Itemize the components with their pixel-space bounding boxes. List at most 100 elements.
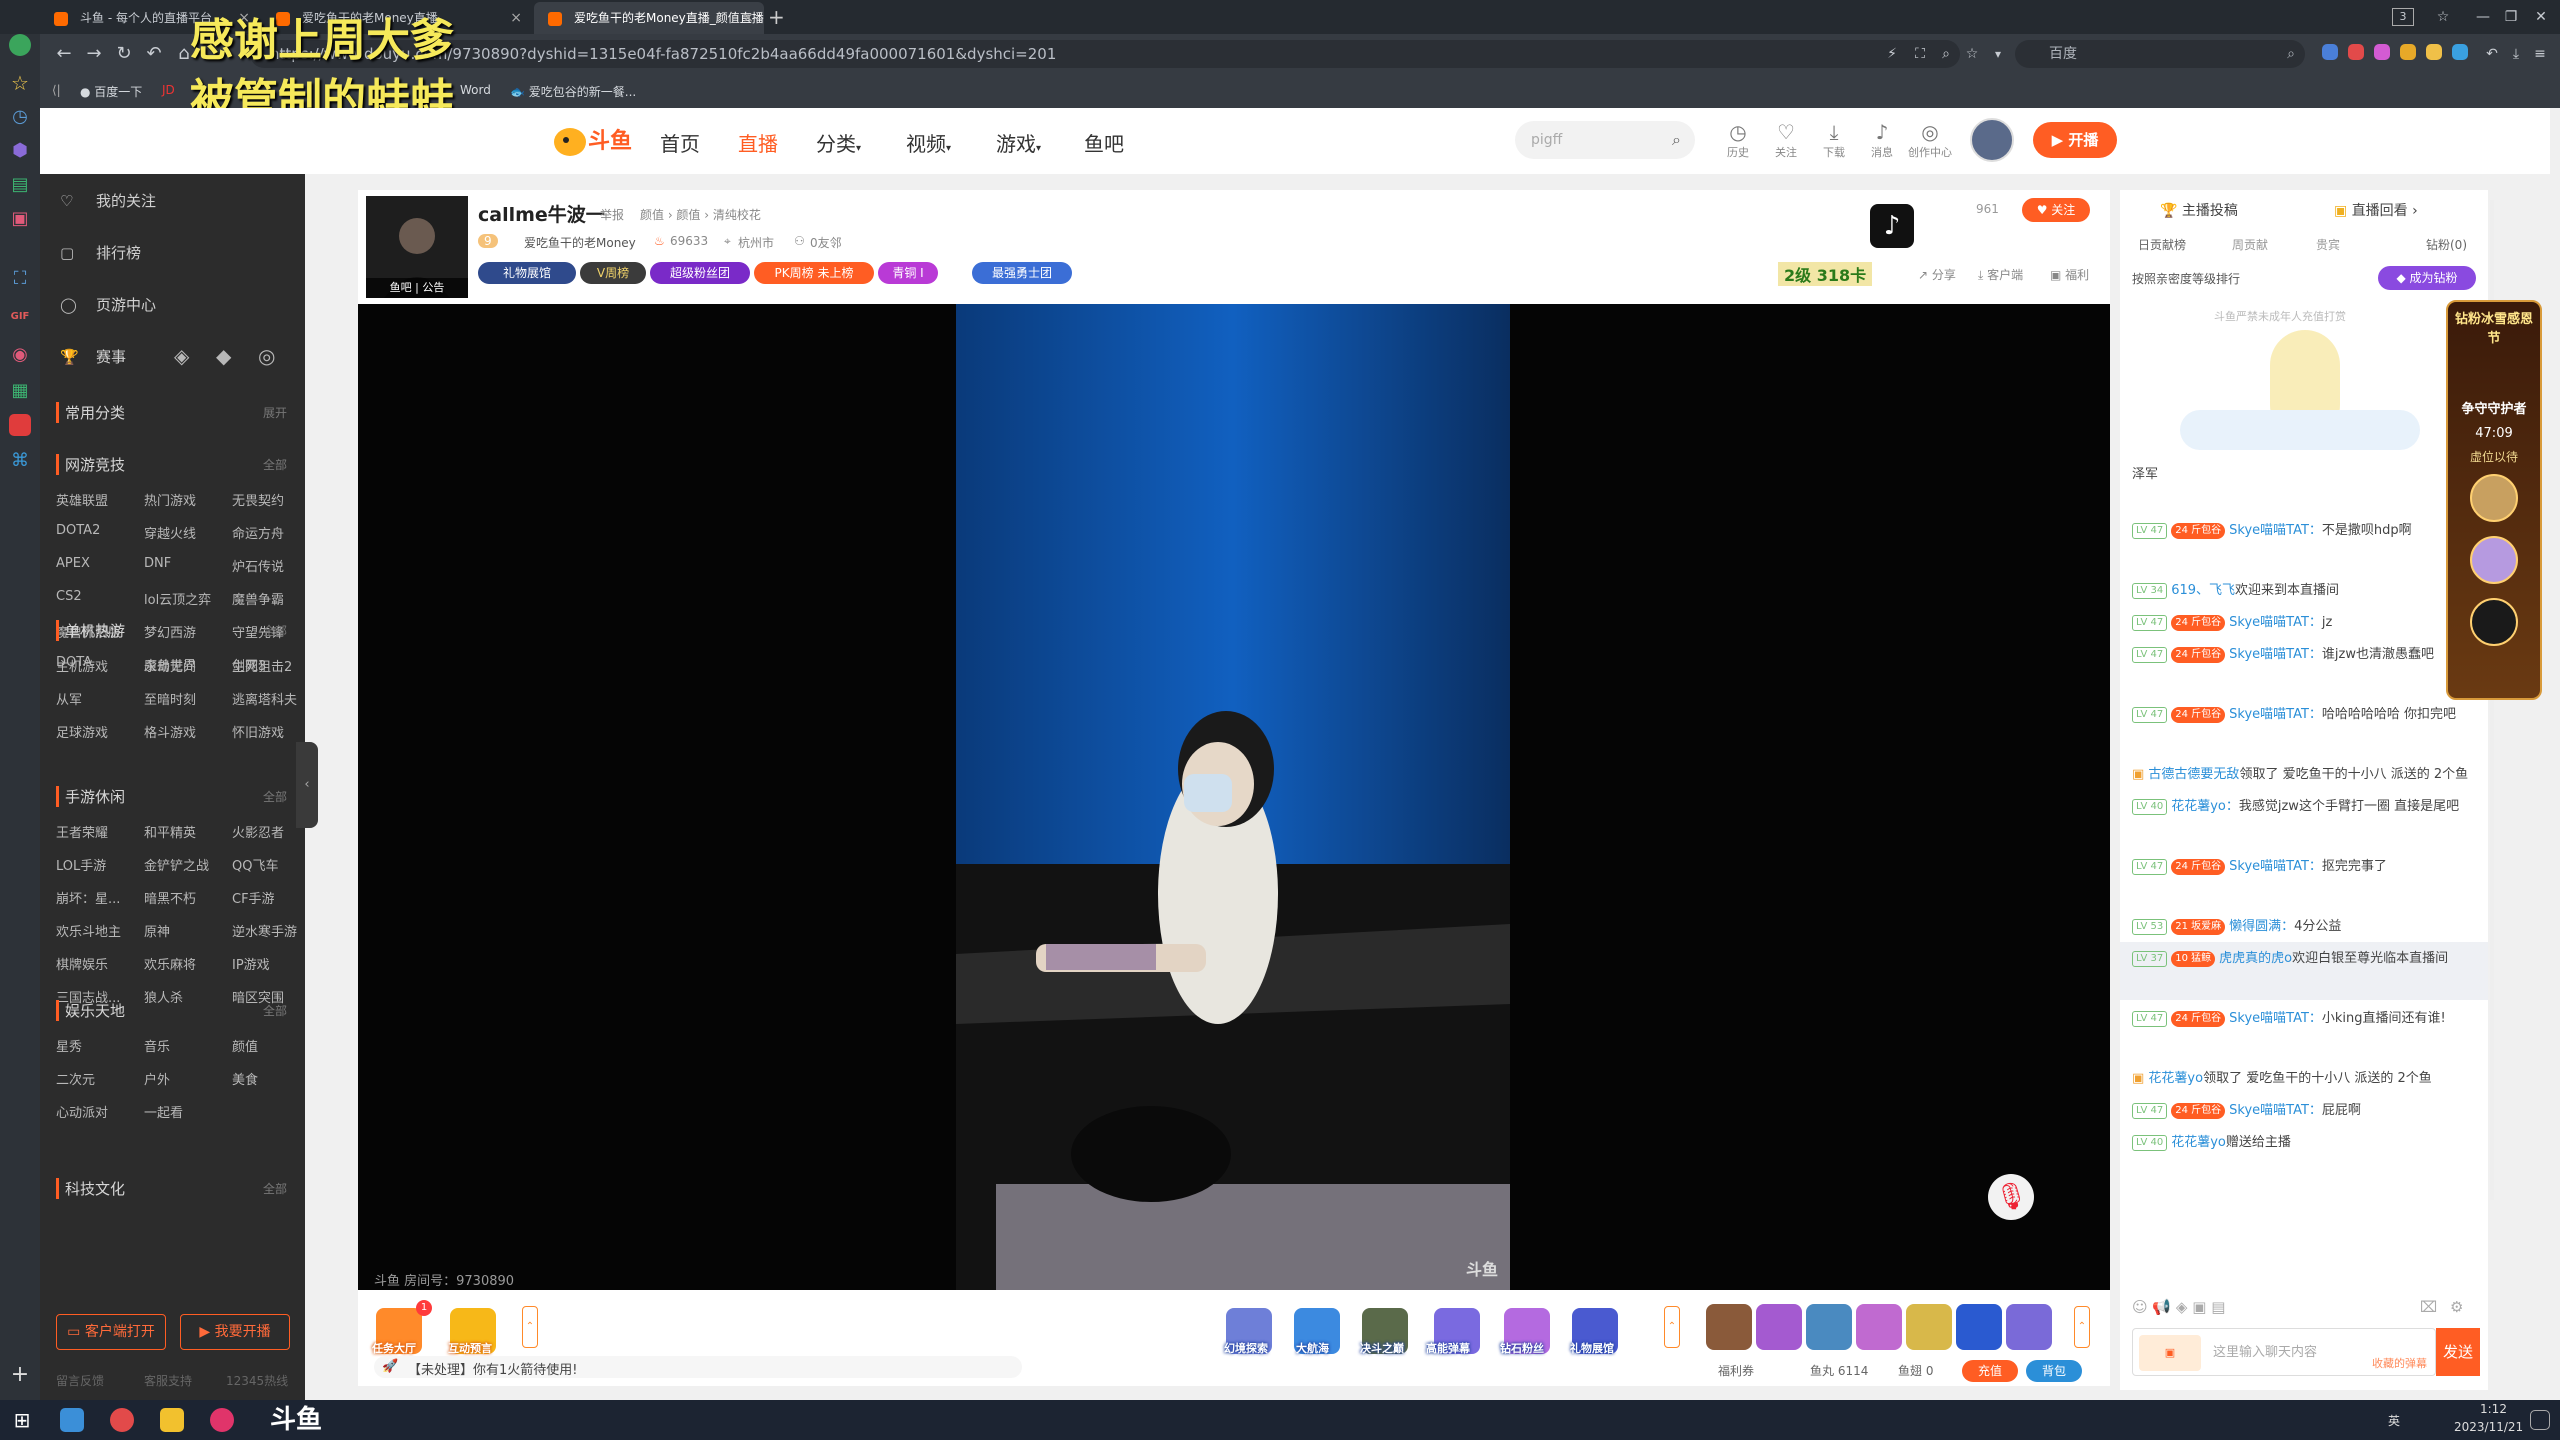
chat-username[interactable]: 花花薯yo： [2171, 799, 2239, 814]
client-open-button[interactable]: ▭ 客户端打开 [56, 1314, 166, 1350]
chevron-down-icon[interactable]: ▾ [1986, 42, 2010, 66]
app-icon[interactable] [160, 1408, 184, 1432]
nav-category[interactable]: 分类▾ [816, 128, 861, 157]
follow-button[interactable]: ♡ 关注 [1764, 120, 1808, 160]
category-link[interactable]: 狼人杀 [144, 987, 183, 1006]
category-link[interactable]: 户外 [144, 1069, 170, 1088]
add-icon[interactable]: + [9, 1364, 31, 1386]
tab-replay[interactable]: ▣ 直播回看 › [2334, 200, 2418, 220]
undo-icon[interactable]: ↶ [142, 42, 166, 66]
pin-icon[interactable]: ☆ [2430, 4, 2456, 30]
chat-username[interactable]: 花花薯yo [2171, 1135, 2226, 1150]
nav-home[interactable]: 首页 [660, 128, 700, 157]
category-link[interactable]: lol云顶之弈 [144, 589, 211, 608]
nav-games[interactable]: 游戏▾ [996, 128, 1041, 157]
notes-icon[interactable]: ▤ [9, 174, 31, 196]
weibo-icon[interactable] [9, 414, 31, 436]
creator-center-button[interactable]: ◎ 创作中心 [1908, 120, 1952, 160]
nav-fishbar[interactable]: 鱼吧 [1084, 128, 1124, 157]
fan-badge[interactable]: 10 猛鲸 [2171, 950, 2216, 967]
chat-username[interactable]: Skye喵喵TAT： [2229, 859, 2322, 874]
download-button[interactable]: ⤓ 下载 [1812, 120, 1856, 160]
pill-gift-gallery[interactable]: 礼物展馆 [478, 262, 576, 284]
share-button[interactable]: ↗ 分享 [1918, 266, 1956, 283]
category-link[interactable]: 和平精英 [144, 822, 196, 841]
open-live-button[interactable]: ▶ 开播 [2033, 122, 2117, 158]
recharge-button[interactable]: 充值 [1962, 1360, 2018, 1382]
category-link[interactable]: 欢乐斗地主 [56, 921, 121, 940]
extension-icon[interactable] [2426, 44, 2442, 60]
bag-button[interactable]: 背包 [2026, 1360, 2082, 1382]
category-link[interactable]: 永劫无间 [144, 656, 196, 675]
chat-username[interactable]: Skye喵喵TAT： [2229, 1103, 2322, 1118]
close-tab-icon[interactable]: × [742, 2, 754, 34]
fan-badge[interactable]: 21 坂爱麻 [2171, 918, 2226, 935]
gift-item-icon[interactable] [1756, 1304, 1802, 1350]
apps-icon[interactable]: ▦ [9, 380, 31, 402]
fan-badge[interactable]: 24 斤包谷 [2171, 646, 2226, 663]
category-link[interactable]: 金铲铲之战 [144, 855, 209, 874]
category-link[interactable]: DOTA2 [56, 523, 100, 538]
category-link[interactable]: 暗黑不朽 [144, 888, 196, 907]
notification-icon[interactable] [2530, 1410, 2550, 1430]
category-link[interactable]: 炉石传说 [232, 556, 284, 575]
clear-icon[interactable]: ⌧ [2420, 1298, 2437, 1316]
pill-v-weekly[interactable]: V周榜 [580, 262, 646, 284]
vip-card-icon[interactable]: ▣ [2139, 1335, 2201, 1371]
extension-icon[interactable] [2348, 44, 2364, 60]
section-all-link[interactable]: 全部 [263, 1002, 287, 1019]
lol-logo-icon[interactable]: ◈ [174, 344, 189, 368]
bookmark-item[interactable]: 🐟 爱吃包谷的新一餐... [510, 83, 636, 100]
category-link[interactable]: 无畏契约 [232, 490, 284, 509]
fan-badge[interactable]: 24 斤包谷 [2171, 858, 2226, 875]
extension-icon[interactable] [2322, 44, 2338, 60]
chat-username[interactable]: Skye喵喵TAT： [2229, 707, 2322, 722]
app-icon[interactable] [210, 1408, 234, 1432]
back-icon[interactable]: ← [52, 42, 76, 66]
category-link[interactable]: 逆水寒手游 [232, 921, 297, 940]
chat-username[interactable]: 619、飞飞 [2171, 583, 2235, 598]
section-all-link[interactable]: 全部 [263, 1180, 287, 1197]
chat-username[interactable]: Skye喵喵TAT： [2229, 615, 2322, 630]
footer-support[interactable]: 客服支持 [144, 1372, 192, 1389]
category-breadcrumb[interactable]: 颜值 › 颜值 › 清纯校花 [640, 206, 761, 223]
category-link[interactable]: LOL手游 [56, 855, 106, 874]
category-link[interactable]: 命运方舟 [232, 523, 284, 542]
category-link[interactable]: 生死狙击2 [232, 656, 292, 675]
category-link[interactable]: 魔兽争霸 [232, 589, 284, 608]
user-avatar[interactable] [1970, 118, 2014, 162]
guard-slot[interactable] [2470, 598, 2518, 646]
network-icon[interactable]: ⌘ [9, 450, 31, 472]
filter-icon[interactable]: ▤ [2211, 1298, 2225, 1316]
history-icon[interactable]: ◷ [9, 106, 31, 128]
notice-link[interactable]: 公告 [422, 281, 444, 294]
subtab-daily[interactable]: 日贡献榜 [2138, 236, 2186, 253]
pill-super-fan[interactable]: 超级粉丝团 [650, 262, 750, 284]
tiktok-icon[interactable]: ♪ [1870, 204, 1914, 248]
notice-bar[interactable]: 🚀 【未处理】你有1火箭待使用! [374, 1356, 1022, 1378]
guard-widget[interactable]: 钻粉冰雪感恩节 争守守护者 47:09 虚位以待 [2446, 300, 2542, 700]
gif-icon[interactable]: GIF [9, 306, 31, 328]
fan-badge[interactable]: 24 斤包谷 [2171, 1102, 2226, 1119]
category-link[interactable]: 棋牌娱乐 [56, 954, 108, 973]
sidebar-collapse-handle[interactable]: ‹ [296, 742, 318, 828]
screenshot-icon[interactable]: ⛶ [1908, 42, 1932, 66]
category-link[interactable]: 颜值 [232, 1036, 258, 1055]
lightning-icon[interactable]: ⚡ [1880, 42, 1904, 66]
search-icon[interactable]: ⌕ [2287, 40, 2295, 68]
category-link[interactable]: DNF [144, 556, 171, 571]
bookmark-item[interactable]: ● 百度一下 [80, 83, 142, 100]
follow-button[interactable]: ♥ 关注 [2022, 198, 2090, 222]
music-icon[interactable] [2374, 44, 2390, 60]
bookmark-star-icon[interactable]: ☆ [1960, 42, 1984, 66]
reader-icon[interactable]: ▣ [9, 208, 31, 230]
maximize-icon[interactable]: ❐ [2498, 4, 2524, 30]
expand-up-icon[interactable]: ⌃ [2074, 1306, 2090, 1348]
chat-username[interactable]: Skye喵喵TAT： [2229, 523, 2322, 538]
section-all-link[interactable]: 全部 [263, 622, 287, 639]
category-link[interactable]: 王者荣耀 [56, 822, 108, 841]
browser-tab-active[interactable]: 爱吃鱼干的老Money直播_颜值直播 × [534, 2, 764, 34]
expand-link[interactable]: 展开 [263, 404, 287, 421]
category-link[interactable]: 穿越火线 [144, 523, 196, 542]
section-all-link[interactable]: 全部 [263, 456, 287, 473]
